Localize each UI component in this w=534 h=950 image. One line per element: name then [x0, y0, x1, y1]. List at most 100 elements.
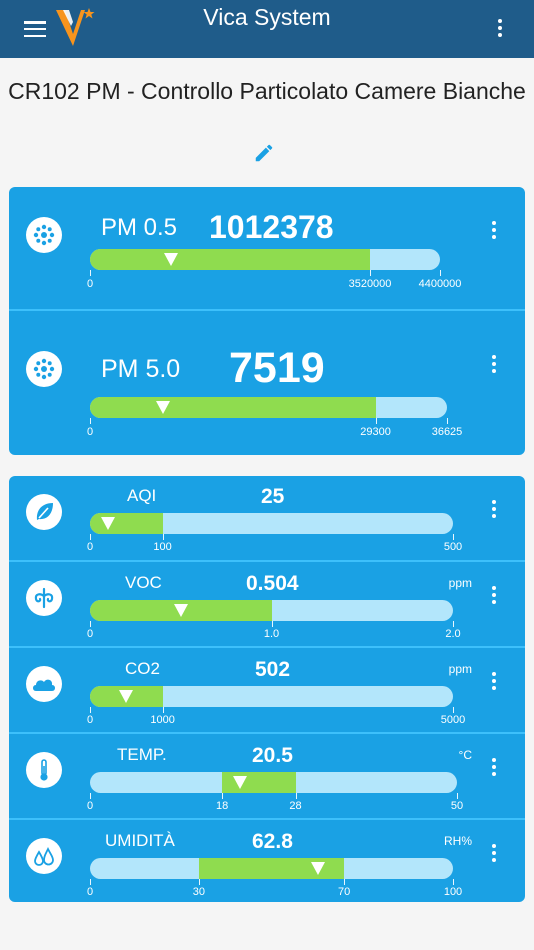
sensor-card-co2[interactable]: CO2 502 ppm 0 1000 5000 — [9, 646, 525, 732]
page-title: CR102 PM - Controllo Particolato Camere … — [8, 78, 526, 104]
tick-label: 100 — [443, 886, 463, 898]
tick-mark — [453, 879, 454, 885]
sensor-value: 20.5 — [252, 744, 293, 767]
sensor-label: AQI — [127, 486, 157, 505]
tick-label: 30 — [192, 886, 206, 898]
tick-label: 0 — [86, 278, 94, 290]
water-drops-icon — [26, 838, 62, 874]
level-bar — [90, 858, 453, 879]
tick-label: 1.0 — [263, 628, 280, 640]
card-menu-icon[interactable] — [492, 758, 497, 779]
current-value-marker — [119, 690, 134, 703]
level-bar-optimal-range — [90, 249, 370, 270]
app-title: Vica System — [203, 4, 331, 30]
particles-icon — [26, 351, 62, 387]
tick-label: 70 — [337, 886, 351, 898]
edit-pencil-icon[interactable] — [253, 142, 275, 164]
sensor-value: 1012378 — [209, 209, 334, 245]
sensor-unit: RH% — [443, 834, 472, 848]
tick-label: 0 — [86, 541, 94, 553]
sensor-label: PM 0.5 — [101, 214, 178, 241]
tick-mark — [222, 793, 224, 799]
tick-mark — [90, 707, 91, 713]
tick-mark — [344, 879, 346, 885]
air-flow-icon — [26, 580, 62, 616]
level-bar — [90, 513, 453, 534]
thermometer-icon — [26, 752, 62, 788]
tick-mark — [453, 707, 454, 713]
tick-label: 100 — [153, 541, 172, 553]
tick-mark — [295, 793, 297, 799]
current-value-marker — [101, 517, 116, 530]
sensor-label: CO2 — [125, 659, 160, 678]
sensor-unit: °C — [458, 748, 472, 762]
tick-mark — [90, 534, 91, 540]
tick-label: 5000 — [440, 714, 466, 726]
overflow-menu-icon[interactable] — [498, 19, 504, 40]
sensor-card-pm05[interactable]: PM 0.5 1012378 0 3520000 4400000 — [9, 187, 525, 309]
tick-mark — [162, 534, 164, 540]
sensor-label: UMIDITÀ — [105, 831, 175, 850]
current-value-marker — [174, 604, 189, 617]
card-menu-icon[interactable] — [492, 221, 497, 242]
sensor-label: VOC — [125, 573, 162, 592]
tick-label: 36625 — [431, 426, 463, 438]
tick-label: 50 — [450, 800, 464, 812]
level-bar — [90, 772, 457, 793]
card-menu-icon[interactable] — [492, 355, 497, 376]
sensor-card-aqi[interactable]: AQI 25 0 100 500 — [9, 476, 525, 560]
tick-mark — [90, 879, 91, 885]
tick-mark — [440, 270, 441, 276]
sensor-card-hum[interactable]: UMIDITÀ 62.8 RH% 0 30 70 100 — [9, 818, 525, 902]
sensor-value: 7519 — [229, 344, 325, 392]
card-menu-icon[interactable] — [492, 672, 497, 693]
current-value-marker — [163, 253, 178, 266]
current-value-marker — [233, 776, 248, 789]
sensor-label: TEMP. — [117, 745, 167, 764]
tick-mark — [457, 793, 458, 799]
leaf-icon — [26, 494, 62, 530]
level-bar-optimal-range — [90, 397, 376, 418]
particulate-group: PM 0.5 1012378 0 3520000 4400000 PM 5.0 7519 0… — [9, 187, 525, 455]
sensor-unit: ppm — [448, 662, 472, 676]
sensor-card-temp[interactable]: TEMP. 20.5 °C 0 18 28 50 — [9, 732, 525, 818]
tick-label: 0 — [86, 714, 94, 726]
current-value-marker — [156, 401, 171, 414]
tick-label: 500 — [443, 541, 463, 553]
tick-mark — [453, 534, 454, 540]
tick-label: 0 — [86, 628, 94, 640]
app-bar: Vica System — [0, 0, 534, 58]
tick-label: 0 — [86, 800, 94, 812]
tick-mark — [198, 879, 200, 885]
sensor-value: 0.504 — [246, 572, 299, 595]
tick-mark — [90, 418, 91, 424]
card-menu-icon[interactable] — [492, 500, 497, 521]
card-menu-icon[interactable] — [492, 586, 497, 607]
sensor-card-pm50[interactable]: PM 5.0 7519 0 29300 36625 — [9, 309, 525, 455]
tick-label: 28 — [289, 800, 302, 812]
sensor-unit: ppm — [448, 576, 472, 590]
sensor-card-voc[interactable]: VOC 0.504 ppm 0 1.0 2.0 — [9, 560, 525, 646]
tick-mark — [271, 621, 273, 627]
tick-mark — [162, 707, 164, 713]
environment-group: AQI 25 0 100 500 VOC 0.504 ppm 0 1.0 2.0 CO2 502 pp… — [9, 476, 525, 902]
tick-label: 0 — [86, 886, 94, 898]
tick-label: 2.0 — [445, 628, 461, 640]
tick-mark — [90, 270, 91, 276]
tick-label: 0 — [86, 426, 94, 438]
tick-label: 29300 — [360, 426, 391, 438]
level-bar — [90, 249, 440, 270]
tick-label: 4400000 — [418, 278, 462, 290]
tick-mark — [90, 793, 91, 799]
card-menu-icon[interactable] — [492, 844, 497, 865]
tick-label: 18 — [215, 800, 229, 812]
tick-mark — [375, 418, 377, 424]
particles-icon — [26, 217, 62, 253]
tick-mark — [453, 621, 454, 627]
current-value-marker — [310, 862, 325, 875]
sensor-value: 502 — [255, 658, 291, 681]
level-bar — [90, 686, 453, 707]
level-bar — [90, 600, 453, 621]
tick-mark — [447, 418, 448, 424]
tick-mark — [370, 270, 371, 276]
